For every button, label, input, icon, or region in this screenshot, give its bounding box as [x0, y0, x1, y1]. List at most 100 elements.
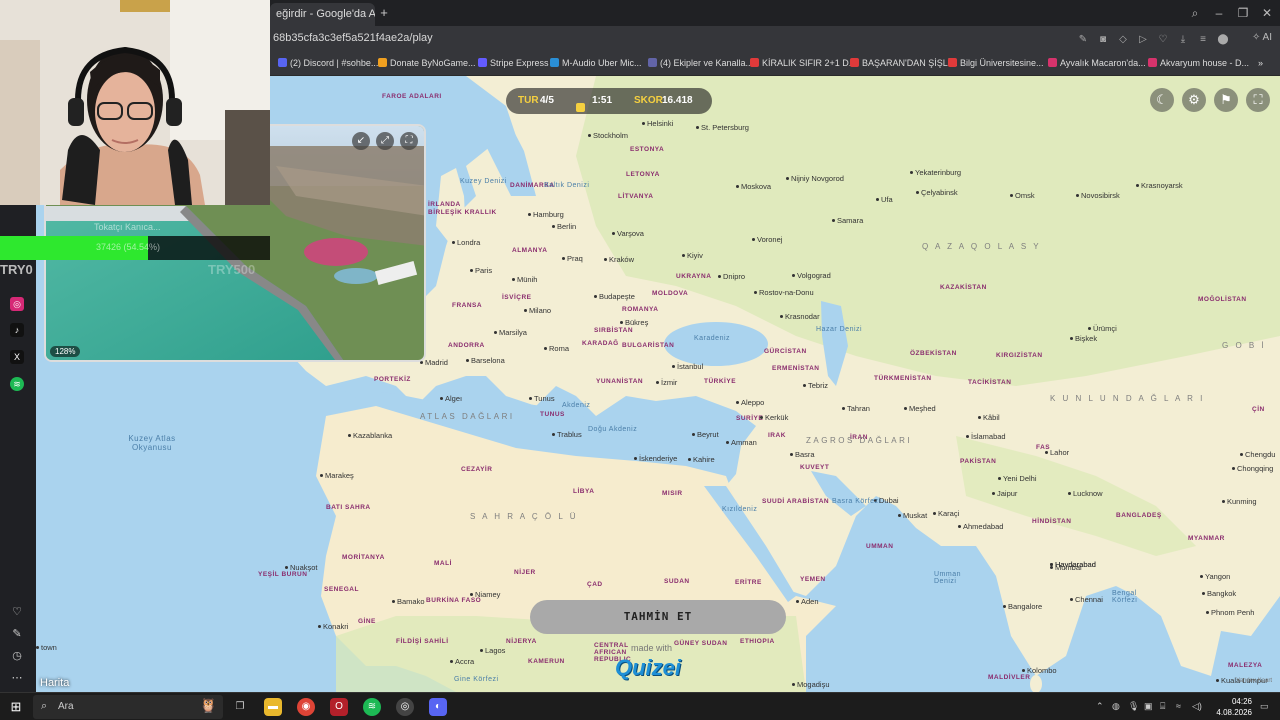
guess-button[interactable]: TAHMİN ET	[530, 600, 786, 634]
extension-icon[interactable]: ⬤	[1216, 33, 1230, 47]
browser-tab[interactable]: eğirdir - Google'da Ara	[270, 3, 375, 26]
notification-icon[interactable]: ▭	[1260, 701, 1269, 712]
menu-icon[interactable]: ≡	[1196, 33, 1210, 47]
task-view-icon[interactable]: ❐	[231, 698, 249, 716]
play-icon[interactable]: ▷	[1136, 33, 1150, 47]
map-label-city: Londra	[452, 238, 480, 247]
map-label-country: İRLANDA	[428, 201, 461, 208]
obs-icon[interactable]: ◎	[396, 698, 414, 716]
bookmark-label: Bilgi Üniversitesine...	[960, 58, 1044, 68]
map-label-city: Ufa	[876, 195, 893, 204]
map-label-city: Tebriz	[803, 381, 828, 390]
expand-icon[interactable]: ⤢	[376, 132, 394, 150]
bookmark-item[interactable]: KİRALIK SIFIR 2+1 D...	[750, 58, 856, 72]
map-label-city: Hamburg	[528, 210, 564, 219]
bookmarks-overflow-icon[interactable]: »	[1258, 58, 1263, 72]
instagram-icon	[1148, 58, 1157, 67]
heart-icon[interactable]: ♡	[1156, 33, 1170, 47]
map-label-city: İslamabad	[966, 432, 1006, 441]
new-tab-button[interactable]: +	[376, 5, 392, 21]
map-label-sea: Doğu Akdeniz	[588, 426, 638, 433]
shield-icon[interactable]: ◇	[1116, 33, 1130, 47]
edit-icon[interactable]: ✎	[10, 627, 24, 641]
bookmark-item[interactable]: Donate ByNoGame...	[378, 58, 476, 72]
network-icon[interactable]: ⌸	[1160, 701, 1165, 712]
listing-icon	[948, 58, 957, 67]
map-label-city: Meşhed	[904, 404, 936, 413]
maximize-icon[interactable]: ❐	[1234, 4, 1252, 22]
spotify-icon[interactable]: ≋	[363, 698, 381, 716]
bookmark-item[interactable]: Bilgi Üniversitesine...	[948, 58, 1044, 72]
url-field[interactable]: 68b35cfa3c3ef5a521f4ae2a/play	[273, 32, 433, 44]
windows-start-icon[interactable]: ⊞	[8, 699, 24, 715]
map-label-city: Bamako	[392, 597, 425, 606]
camera-tray-icon[interactable]: ▣	[1144, 701, 1153, 712]
bookmark-item[interactable]: (2) Discord | #sohbe...	[278, 58, 378, 72]
chrome-icon[interactable]: ◉	[297, 698, 315, 716]
bookmark-item[interactable]: Stripe Express	[478, 58, 549, 72]
tray-app-icon[interactable]: ◍	[1112, 701, 1120, 712]
more-icon[interactable]: ⋯	[10, 671, 24, 685]
map-label-city: Nijniy Novgorod	[786, 174, 844, 183]
fullscreen-pano-icon[interactable]: ⛶	[400, 132, 418, 150]
tray-expand-icon[interactable]: ⌃	[1096, 701, 1104, 712]
discord-icon	[278, 58, 287, 67]
map-label-region: S A H R A Ç Ö L Ü	[470, 512, 579, 521]
quizei-logo[interactable]: Quizei	[615, 655, 681, 681]
minimize-icon[interactable]: –	[1210, 4, 1228, 22]
fullscreen-icon[interactable]: ⛶	[1246, 88, 1270, 112]
map-label-country: BURKİNA FASO	[426, 597, 482, 604]
bookmark-item[interactable]: M-Audio Uber Mic...	[550, 58, 642, 72]
collapse-icon[interactable]: ↙	[352, 132, 370, 150]
settings-icon[interactable]: ⚙	[1182, 88, 1206, 112]
edit-icon[interactable]: ✎	[1076, 33, 1090, 47]
ai-button[interactable]: ✧ AI	[1252, 32, 1272, 43]
map-label-country: HİNDİSTAN	[1032, 518, 1072, 525]
map-label-city: Chengdu	[1240, 450, 1275, 459]
bookmark-item[interactable]: Ayvalık Macaron'da...	[1048, 58, 1146, 72]
map-label-city: Beyrut	[692, 430, 719, 439]
bookmark-item[interactable]: (4) Ekipler ve Kanalla...	[648, 58, 753, 72]
map-label-sea: Baltık Denizi	[544, 182, 590, 189]
map-label-city: İstanbul	[672, 362, 703, 371]
map-label-city: Yekaterinburg	[910, 168, 961, 177]
map-label-country: BİRLEŞİK KRALLIK	[428, 209, 497, 216]
map-label-country: PORTEKİZ	[374, 376, 411, 383]
bookmark-item[interactable]: BAŞARAN'DAN ŞİŞLİ...	[850, 58, 958, 72]
download-icon[interactable]: ⤓	[1176, 33, 1190, 47]
system-clock[interactable]: 04:26 4.08.2026	[1216, 696, 1252, 718]
map-label-country: FAROE ADALARI	[382, 93, 442, 100]
map-label-city: St. Petersburg	[696, 123, 749, 132]
map-label-city: Çelyabinsk	[916, 188, 958, 197]
map-label-city: Tunus	[529, 394, 555, 403]
volume-icon[interactable]: ◁)	[1192, 701, 1202, 712]
timer-value: 1:51	[592, 95, 613, 106]
taskbar-search-placeholder: Ara	[58, 701, 74, 712]
discord-icon[interactable]: ◐	[429, 698, 447, 716]
goal-text: 37426 (54.54%)	[96, 242, 161, 252]
heart-icon[interactable]: ♡	[10, 605, 24, 619]
opera-icon[interactable]: O	[330, 698, 348, 716]
map-label-country: SUUDİ ARABİSTAN	[762, 498, 830, 505]
microphone-icon[interactable]: 🎙	[1128, 701, 1139, 712]
map-label-city: Mogadişu	[792, 680, 830, 689]
flag-icon[interactable]: ⚑	[1214, 88, 1238, 112]
bookmark-item[interactable]: Akvaryum house - D...	[1148, 58, 1249, 72]
search-tabs-icon[interactable]: ⌕	[1186, 4, 1204, 22]
bookmark-label: KİRALIK SIFIR 2+1 D...	[762, 58, 857, 68]
file-explorer-icon[interactable]: ▬	[264, 698, 282, 716]
map-label-city: Amman	[726, 438, 757, 447]
map-label-country: ALMANYA	[512, 247, 548, 254]
instagram-icon	[1048, 58, 1057, 67]
stream-left-rail: ◎ ♪ X ≋ ♡ ✎ ◷ ⋯	[0, 205, 36, 692]
map-label-region: K U N L U N D A Ğ L A R I	[1050, 394, 1205, 403]
map-label-country: ETHIOPIA	[740, 638, 775, 645]
wifi-icon[interactable]: ≈	[1176, 701, 1181, 711]
camera-icon[interactable]: ◙	[1096, 33, 1110, 47]
taskbar-search[interactable]: ⌕ Ara 🦉	[33, 695, 223, 719]
close-icon[interactable]: ✕	[1258, 4, 1276, 22]
map-label-country: ÖZBEKİSTAN	[910, 350, 957, 357]
map-label-country: KIRGIZİSTAN	[996, 352, 1043, 359]
moon-icon[interactable]: ☾	[1150, 88, 1174, 112]
history-icon[interactable]: ◷	[10, 649, 24, 663]
